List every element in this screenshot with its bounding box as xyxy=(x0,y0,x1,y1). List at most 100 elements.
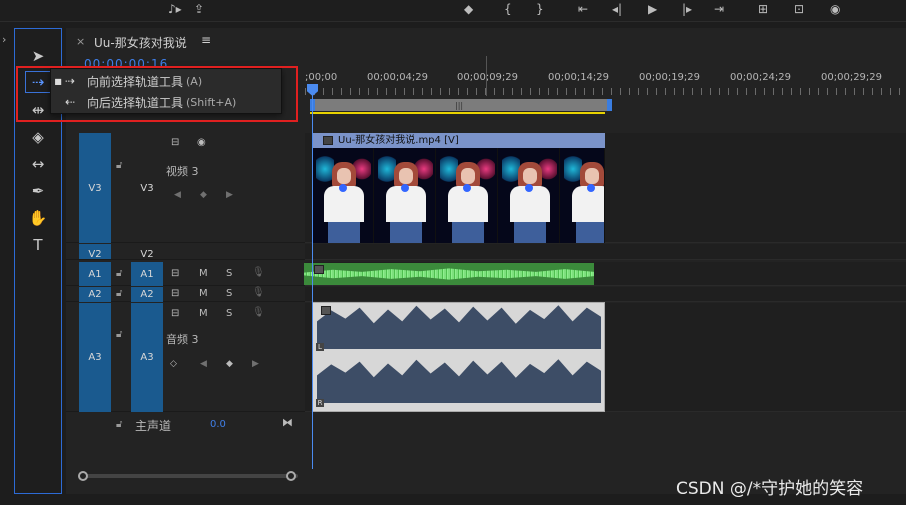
ruler-label: 00;00;09;29 xyxy=(457,72,519,83)
solo-button[interactable]: S xyxy=(226,308,232,319)
timeline-zoom-scrollbar[interactable] xyxy=(78,471,298,481)
track-header-a3: A3 🔓︎ A3 ⊟ M S 🎙︎ 音频 3 ◇ ◀ ◆ ▶ xyxy=(66,303,305,412)
hand-tool-icon[interactable]: ✋ xyxy=(25,207,51,229)
lock-icon[interactable]: 🔓︎ xyxy=(116,268,122,279)
sync-lock-icon[interactable]: ⊟ xyxy=(171,308,179,319)
keyframe-icon[interactable]: ◆ xyxy=(226,359,233,369)
overwrite-icon[interactable]: ⊡ xyxy=(794,2,804,16)
keyframe-icon[interactable]: ◆ xyxy=(200,190,207,200)
render-bar xyxy=(310,112,605,114)
target-v3[interactable]: V3 xyxy=(131,133,163,243)
highlight-annotation-box xyxy=(16,66,298,122)
audio-waveform-left xyxy=(317,303,601,349)
target-a1[interactable]: A1 xyxy=(131,262,163,286)
prev-keyframe-icon[interactable]: ◀ xyxy=(174,190,181,200)
step-forward-icon[interactable]: |▸ xyxy=(682,2,692,16)
scroll-end-knob[interactable] xyxy=(286,471,296,481)
lock-icon[interactable]: 🔓︎ xyxy=(116,288,122,299)
add-marker-icon[interactable]: ◆ xyxy=(464,2,473,16)
source-patch-v2[interactable]: V2 xyxy=(79,244,111,259)
video-thumbnail xyxy=(436,148,498,243)
fx-badge-icon[interactable] xyxy=(323,136,333,145)
microphone-icon[interactable]: 🎙︎ xyxy=(252,307,265,318)
track-header-a2: A2 🔓︎ A2 ⊟ M S 🎙︎ xyxy=(66,287,305,302)
audio-marker-icon[interactable]: ♪▸ xyxy=(168,2,182,16)
out-point-icon[interactable]: } xyxy=(536,2,544,16)
selection-tool-icon[interactable]: ➤ xyxy=(25,45,51,67)
play-icon[interactable]: ▶ xyxy=(648,2,657,16)
type-tool-icon[interactable]: T xyxy=(25,234,51,256)
track-name-v3: 视频 3 xyxy=(166,165,199,178)
playhead-line[interactable] xyxy=(312,84,313,469)
video-clip[interactable]: Uu-那女孩对我说.mp4 [V] xyxy=(312,133,605,243)
work-area-bar[interactable]: ||| xyxy=(310,99,612,111)
lock-icon[interactable]: 🔓︎ xyxy=(116,329,122,340)
export-icon[interactable]: ⇪ xyxy=(194,2,204,16)
channel-label-left: L xyxy=(316,343,324,351)
video-thumbnail xyxy=(312,148,374,243)
go-to-end-icon[interactable]: ⧓ xyxy=(282,416,293,429)
ruler-label: 00;00;14;29 xyxy=(548,72,610,83)
mute-button[interactable]: M xyxy=(199,288,208,299)
lock-icon[interactable]: 🔓︎ xyxy=(116,160,122,171)
fx-badge-icon[interactable] xyxy=(321,306,331,315)
microphone-icon[interactable]: 🎙︎ xyxy=(252,287,265,298)
keyframe-toggle-icon[interactable]: ◇ xyxy=(170,359,177,369)
export-frame-icon[interactable]: ◉ xyxy=(830,2,840,16)
ruler-label: 00;00;04;29 xyxy=(367,72,429,83)
close-tab-icon[interactable]: × xyxy=(76,35,85,48)
sync-lock-icon[interactable]: ⊟ xyxy=(171,268,179,279)
audio-waveform xyxy=(304,268,594,280)
source-patch-a3[interactable]: A3 xyxy=(79,303,111,412)
prev-keyframe-icon[interactable]: ◀ xyxy=(200,359,207,369)
source-patch-a2[interactable]: A2 xyxy=(79,287,111,302)
fx-badge-icon[interactable] xyxy=(314,265,324,274)
mute-button[interactable]: M xyxy=(199,268,208,279)
master-volume-value[interactable]: 0.0 xyxy=(210,419,226,430)
sync-lock-icon[interactable]: ⊟ xyxy=(171,288,179,299)
ruler-divider xyxy=(486,56,487,96)
target-a2[interactable]: A2 xyxy=(131,287,163,302)
slip-tool-icon[interactable]: ↔ xyxy=(25,153,51,175)
ruler-label: 00;00;24;29 xyxy=(730,72,792,83)
sequence-tab[interactable]: Uu-那女孩对我说 xyxy=(94,34,187,51)
go-to-out-icon[interactable]: ⇥ xyxy=(714,2,724,16)
microphone-icon[interactable]: 🎙︎ xyxy=(252,267,265,278)
track-name-a3: 音频 3 xyxy=(166,333,199,346)
eye-icon[interactable]: ◉ xyxy=(197,137,206,148)
source-patch-v3[interactable]: V3 xyxy=(79,133,111,243)
mute-button[interactable]: M xyxy=(199,308,208,319)
work-area-grip-icon: ||| xyxy=(455,101,464,110)
razor-tool-icon[interactable]: ◈ xyxy=(25,126,51,148)
scroll-start-knob[interactable] xyxy=(78,471,88,481)
track-area-v2[interactable] xyxy=(305,244,906,260)
target-a3[interactable]: A3 xyxy=(131,303,163,412)
track-area-a2[interactable] xyxy=(305,287,906,302)
solo-button[interactable]: S xyxy=(226,268,232,279)
channel-label-right: R xyxy=(316,399,324,407)
video-clip-label: Uu-那女孩对我说.mp4 [V] xyxy=(312,133,605,148)
watermark: CSDN @/*守护她的笑容 xyxy=(676,479,864,499)
audio-waveform-right xyxy=(317,357,601,403)
audio-clip-a1[interactable] xyxy=(304,263,594,285)
go-to-in-icon[interactable]: ⇤ xyxy=(578,2,588,16)
insert-icon[interactable]: ⊞ xyxy=(758,2,768,16)
panel-menu-icon[interactable]: ≡ xyxy=(201,33,211,47)
solo-button[interactable]: S xyxy=(226,288,232,299)
step-back-icon[interactable]: ◂| xyxy=(612,2,622,16)
sync-lock-icon[interactable]: ⊟ xyxy=(171,137,179,148)
ruler-label: 00;00;29;29 xyxy=(821,72,883,83)
ruler-label: 00;00;19;29 xyxy=(639,72,701,83)
next-keyframe-icon[interactable]: ▶ xyxy=(226,190,233,200)
audio-clip-a3[interactable]: L R xyxy=(312,302,605,412)
chevron-right-icon[interactable]: › xyxy=(2,33,6,46)
source-patch-a1[interactable]: A1 xyxy=(79,262,111,286)
pen-tool-icon[interactable]: ✒ xyxy=(25,180,51,202)
master-track-row: 🔓︎ 主声道 0.0 ⧓ xyxy=(66,413,906,437)
work-area-end-handle[interactable] xyxy=(607,99,612,111)
target-v2[interactable]: V2 xyxy=(131,244,163,259)
in-point-icon[interactable]: { xyxy=(504,2,512,16)
lock-icon[interactable]: 🔓︎ xyxy=(116,419,122,430)
next-keyframe-icon[interactable]: ▶ xyxy=(252,359,259,369)
video-thumbnail xyxy=(560,148,605,243)
